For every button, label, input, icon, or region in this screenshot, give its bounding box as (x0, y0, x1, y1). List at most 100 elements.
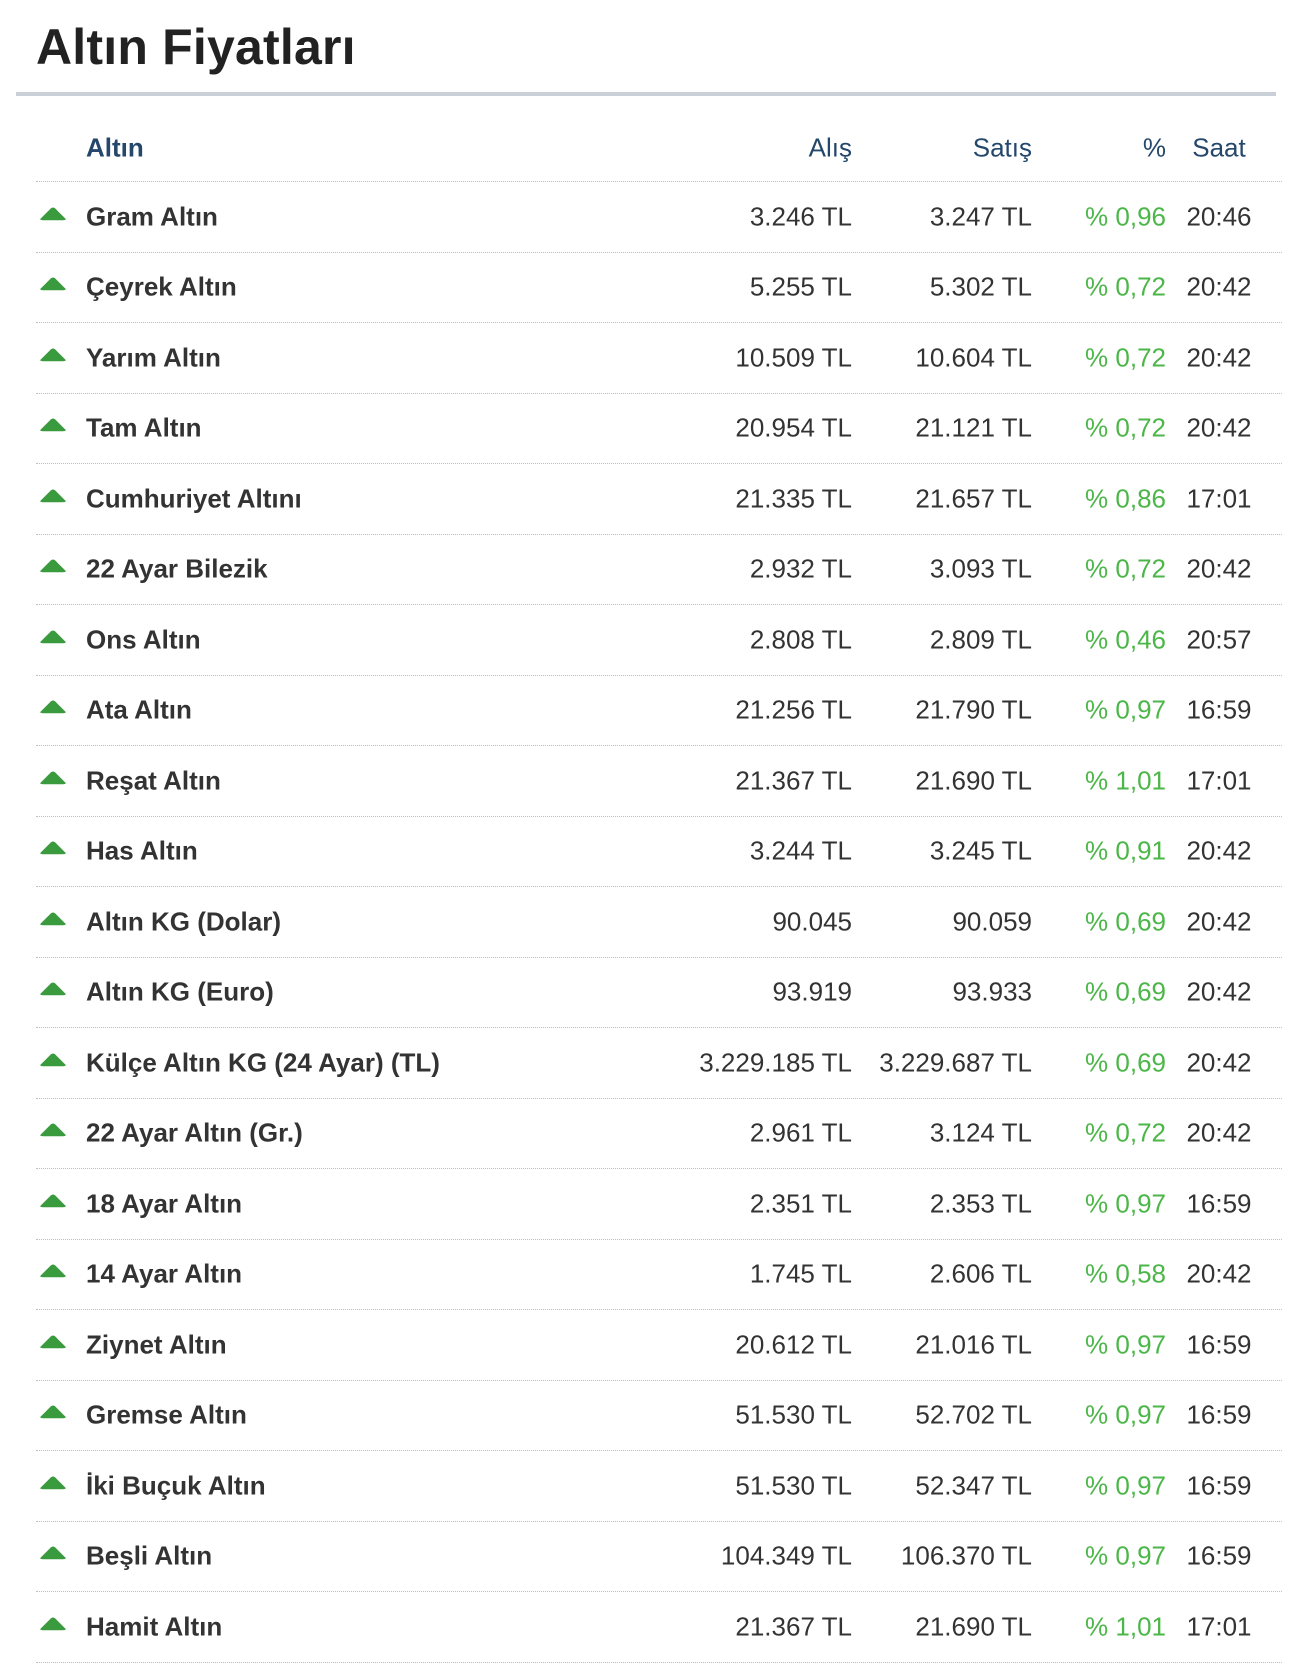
row-change-percent: % 0,69 (1085, 906, 1166, 937)
row-buy-price: 5.255 TL (749, 271, 852, 302)
row-change-percent: % 0,97 (1085, 694, 1166, 725)
row-change-percent: % 0,72 (1085, 412, 1166, 443)
row-name[interactable]: Külçe Altın KG (24 Ayar) (TL) (86, 1047, 440, 1078)
table-row[interactable]: 14 Ayar Altın 1.745 TL 2.606 TL % 0,58 2… (36, 1240, 1282, 1310)
table-row[interactable]: 22 Ayar Altın (Gr.) 2.961 TL 3.124 TL % … (36, 1099, 1282, 1169)
row-sell-price: 52.702 TL (915, 1399, 1032, 1430)
row-name[interactable]: Ons Altın (86, 624, 201, 655)
row-time: 20:42 (1186, 342, 1252, 373)
row-change-percent: % 0,72 (1085, 342, 1166, 373)
row-buy-price: 21.367 TL (735, 1611, 852, 1642)
row-name[interactable]: Yarım Altın (86, 342, 221, 373)
row-name[interactable]: Gram Altın (86, 201, 218, 232)
table-row[interactable]: Ons Altın 2.808 TL 2.809 TL % 0,46 20:57 (36, 605, 1282, 676)
row-time: 20:42 (1186, 271, 1252, 302)
row-name[interactable]: Cumhuriyet Altını (86, 483, 302, 514)
table-row[interactable]: 18 Ayar Altın 2.351 TL 2.353 TL % 0,97 1… (36, 1169, 1282, 1240)
row-time: 17:01 (1186, 1611, 1252, 1642)
row-buy-price: 20.954 TL (735, 412, 852, 443)
arrow-up-icon (40, 1335, 66, 1349)
arrow-up-icon (40, 1053, 66, 1067)
row-name[interactable]: Altın KG (Dolar) (86, 906, 281, 937)
table-row[interactable]: Ziynet Altın 20.612 TL 21.016 TL % 0,97 … (36, 1310, 1282, 1381)
table-row[interactable]: Altın KG (Euro) 93.919 93.933 % 0,69 20:… (36, 958, 1282, 1028)
header-sell[interactable]: Satış (973, 133, 1032, 164)
table-row[interactable]: Has Altın 3.244 TL 3.245 TL % 0,91 20:42 (36, 817, 1282, 887)
table-row[interactable]: Hamit Altın 21.367 TL 21.690 TL % 1,01 1… (36, 1592, 1282, 1663)
row-buy-price: 104.349 TL (720, 1540, 852, 1571)
row-name[interactable]: 22 Ayar Bilezik (86, 554, 268, 585)
row-name[interactable]: 18 Ayar Altın (86, 1188, 242, 1219)
row-sell-price: 93.933 (952, 976, 1032, 1007)
row-name[interactable]: Hamit Altın (86, 1611, 222, 1642)
page-title: Altın Fiyatları (36, 19, 356, 75)
row-name[interactable]: Gremse Altın (86, 1400, 247, 1431)
row-sell-price: 2.809 TL (929, 624, 1032, 655)
row-time: 20:42 (1186, 412, 1252, 443)
header-time[interactable]: Saat (1156, 133, 1282, 164)
table-row[interactable]: Ata Altın 21.256 TL 21.790 TL % 0,97 16:… (36, 676, 1282, 746)
row-change-percent: % 1,01 (1085, 1611, 1166, 1642)
table-row[interactable]: Reşat Altın 21.367 TL 21.690 TL % 1,01 1… (36, 746, 1282, 817)
row-name[interactable]: 22 Ayar Altın (Gr.) (86, 1118, 303, 1149)
row-buy-price: 20.612 TL (735, 1329, 852, 1360)
row-sell-price: 3.229.687 TL (879, 1047, 1032, 1078)
arrow-up-icon (40, 912, 66, 926)
arrow-up-icon (40, 1405, 66, 1419)
row-sell-price: 21.121 TL (915, 412, 1032, 443)
table-row[interactable]: Gram Altın 3.246 TL 3.247 TL % 0,96 20:4… (36, 182, 1282, 253)
row-name[interactable]: Has Altın (86, 836, 198, 867)
table-row[interactable]: Altın KG (Dolar) 90.045 90.059 % 0,69 20… (36, 887, 1282, 958)
table-row[interactable]: Gremse Altın 51.530 TL 52.702 TL % 0,97 … (36, 1381, 1282, 1451)
row-name[interactable]: Ziynet Altın (86, 1329, 227, 1360)
row-name[interactable]: Beşli Altın (86, 1541, 212, 1572)
row-time: 20:42 (1186, 1047, 1252, 1078)
arrow-up-icon (40, 630, 66, 644)
row-name[interactable]: 14 Ayar Altın (86, 1259, 242, 1290)
gold-price-table: Altın Alış Satış % Saat Gram Altın 3.246… (36, 115, 1282, 1663)
row-name[interactable]: Ata Altın (86, 695, 192, 726)
table-row[interactable]: Külçe Altın KG (24 Ayar) (TL) 3.229.185 … (36, 1028, 1282, 1099)
row-buy-price: 2.961 TL (749, 1117, 852, 1148)
row-time: 16:59 (1186, 1540, 1252, 1571)
row-time: 20:57 (1186, 624, 1252, 655)
table-row[interactable]: İki Buçuk Altın 51.530 TL 52.347 TL % 0,… (36, 1451, 1282, 1522)
table-row[interactable]: 22 Ayar Bilezik 2.932 TL 3.093 TL % 0,72… (36, 535, 1282, 605)
row-sell-price: 21.790 TL (915, 694, 1032, 725)
table-row[interactable]: Beşli Altın 104.349 TL 106.370 TL % 0,97… (36, 1522, 1282, 1592)
row-buy-price: 51.530 TL (735, 1399, 852, 1430)
row-sell-price: 3.247 TL (929, 201, 1032, 232)
row-change-percent: % 0,97 (1085, 1329, 1166, 1360)
row-sell-price: 21.690 TL (915, 1611, 1032, 1642)
arrow-up-icon (40, 1123, 66, 1137)
row-sell-price: 5.302 TL (929, 271, 1032, 302)
row-sell-price: 21.016 TL (915, 1329, 1032, 1360)
row-name[interactable]: Altın KG (Euro) (86, 977, 274, 1008)
row-buy-price: 3.229.185 TL (699, 1047, 852, 1078)
row-time: 16:59 (1186, 694, 1252, 725)
row-time: 17:01 (1186, 483, 1252, 514)
row-name[interactable]: Çeyrek Altın (86, 272, 237, 303)
table-row[interactable]: Yarım Altın 10.509 TL 10.604 TL % 0,72 2… (36, 323, 1282, 394)
row-time: 16:59 (1186, 1399, 1252, 1430)
row-buy-price: 2.932 TL (749, 553, 852, 584)
row-name[interactable]: Tam Altın (86, 413, 202, 444)
arrow-up-icon (40, 982, 66, 996)
table-row[interactable]: Cumhuriyet Altını 21.335 TL 21.657 TL % … (36, 464, 1282, 535)
row-change-percent: % 0,97 (1085, 1188, 1166, 1219)
row-sell-price: 3.245 TL (929, 835, 1032, 866)
table-row[interactable]: Tam Altın 20.954 TL 21.121 TL % 0,72 20:… (36, 394, 1282, 464)
row-buy-price: 10.509 TL (735, 342, 852, 373)
arrow-up-icon (40, 489, 66, 503)
row-time: 20:42 (1186, 835, 1252, 866)
table-row[interactable]: Çeyrek Altın 5.255 TL 5.302 TL % 0,72 20… (36, 253, 1282, 323)
header-name[interactable]: Altın (86, 133, 144, 164)
header-buy[interactable]: Alış (809, 133, 852, 164)
row-change-percent: % 0,58 (1085, 1258, 1166, 1289)
row-sell-price: 3.093 TL (929, 553, 1032, 584)
row-buy-price: 3.246 TL (749, 201, 852, 232)
row-name[interactable]: Reşat Altın (86, 765, 221, 796)
row-buy-price: 2.808 TL (749, 624, 852, 655)
row-name[interactable]: İki Buçuk Altın (86, 1470, 266, 1501)
row-sell-price: 2.606 TL (929, 1258, 1032, 1289)
